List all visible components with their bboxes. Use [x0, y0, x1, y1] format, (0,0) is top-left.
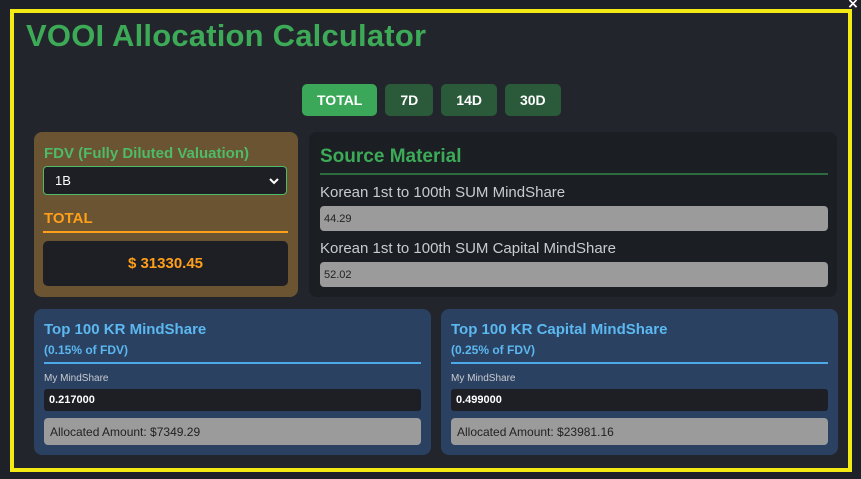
tab-14d[interactable]: 14D	[441, 84, 497, 116]
source-material-panel: Source Material Korean 1st to 100th SUM …	[309, 132, 837, 297]
mindshare-divider	[44, 362, 421, 364]
source-capital-mindshare-value: 52.02	[320, 262, 828, 287]
source-mindshare-value: 44.29	[320, 206, 828, 231]
calculator-window: VOOI Allocation Calculator TOTAL 7D 14D …	[10, 9, 852, 472]
page-title: VOOI Allocation Calculator	[26, 18, 427, 53]
source-mindshare-label: Korean 1st to 100th SUM MindShare	[320, 184, 566, 201]
mindshare-title: Top 100 KR MindShare	[44, 321, 207, 338]
total-label: TOTAL	[44, 210, 93, 227]
my-mindshare-label: My MindShare	[44, 373, 109, 384]
tab-30d[interactable]: 30D	[504, 84, 561, 116]
tab-total[interactable]: TOTAL	[302, 84, 378, 116]
fdv-selected-value: 1B	[55, 173, 71, 188]
source-capital-mindshare-label: Korean 1st to 100th SUM Capital MindShar…	[320, 240, 616, 257]
capital-allocated-amount: Allocated Amount: $23981.16	[451, 418, 828, 445]
fdv-select[interactable]: 1B	[43, 166, 287, 195]
capital-mindshare-subtitle: (0.25% of FDV)	[451, 343, 536, 357]
allocated-amount: Allocated Amount: $7349.29	[44, 418, 421, 445]
mindshare-subtitle: (0.15% of FDV)	[44, 343, 129, 357]
close-icon[interactable]: ×	[846, 0, 860, 11]
tab-7d[interactable]: 7D	[385, 84, 434, 116]
total-value: $ 31330.45	[43, 241, 288, 286]
period-tabs: TOTAL 7D 14D 30D	[302, 84, 561, 116]
mindshare-panel: Top 100 KR MindShare (0.15% of FDV) My M…	[34, 309, 431, 455]
capital-mindshare-divider	[451, 362, 828, 364]
my-capital-mindshare-input[interactable]: 0.499000	[451, 389, 828, 411]
capital-mindshare-title: Top 100 KR Capital MindShare	[451, 321, 668, 338]
source-divider	[320, 173, 828, 175]
my-capital-mindshare-label: My MindShare	[451, 373, 516, 384]
fdv-label: FDV (Fully Diluted Valuation)	[44, 145, 250, 162]
total-divider	[43, 231, 288, 233]
fdv-panel: FDV (Fully Diluted Valuation) 1B TOTAL $…	[34, 132, 298, 297]
my-mindshare-input[interactable]: 0.217000	[44, 389, 421, 411]
source-title: Source Material	[320, 146, 462, 167]
capital-mindshare-panel: Top 100 KR Capital MindShare (0.25% of F…	[441, 309, 838, 455]
chevron-down-icon	[269, 178, 279, 185]
